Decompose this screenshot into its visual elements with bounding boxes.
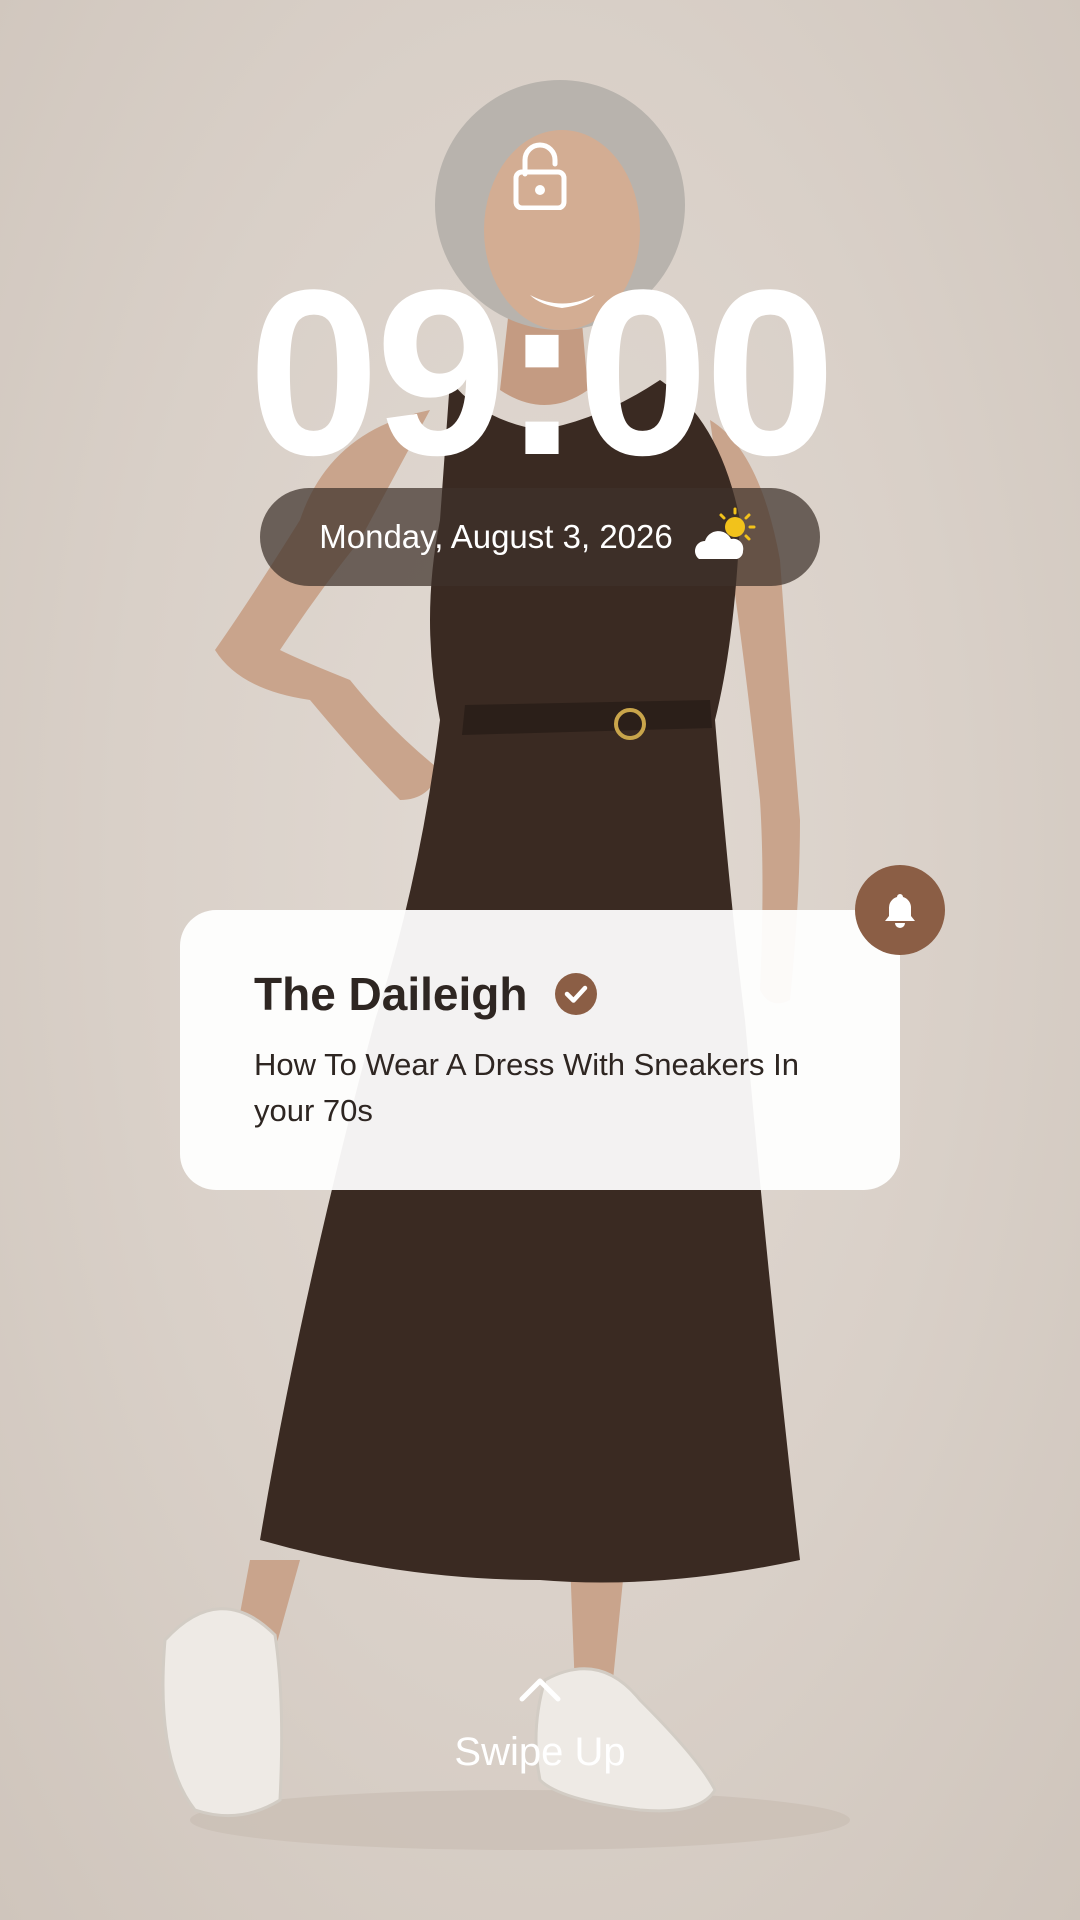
swipe-up-label[interactable]: Swipe Up (0, 1730, 1080, 1775)
verified-check-icon (555, 973, 598, 1015)
clock-time: 09:00 (248, 241, 836, 505)
notification-app-name: The Daileigh (254, 968, 528, 1020)
date-weather-pill: Monday, August 3, 2026 (260, 488, 820, 586)
notification-card[interactable]: The Daileigh How To Wear A Dress With Sn… (180, 910, 900, 1190)
notification-bell-button[interactable] (855, 865, 945, 955)
notification-message: How To Wear A Dress With Sneakers In you… (254, 1047, 800, 1128)
partly-sunny-icon (694, 507, 756, 559)
date-text: Monday, August 3, 2026 (319, 518, 673, 555)
notification-header: The Daileigh (254, 966, 840, 1022)
unlocked-padlock-icon (513, 142, 567, 210)
chevron-up-icon (519, 1678, 561, 1702)
bell-icon (885, 894, 915, 928)
